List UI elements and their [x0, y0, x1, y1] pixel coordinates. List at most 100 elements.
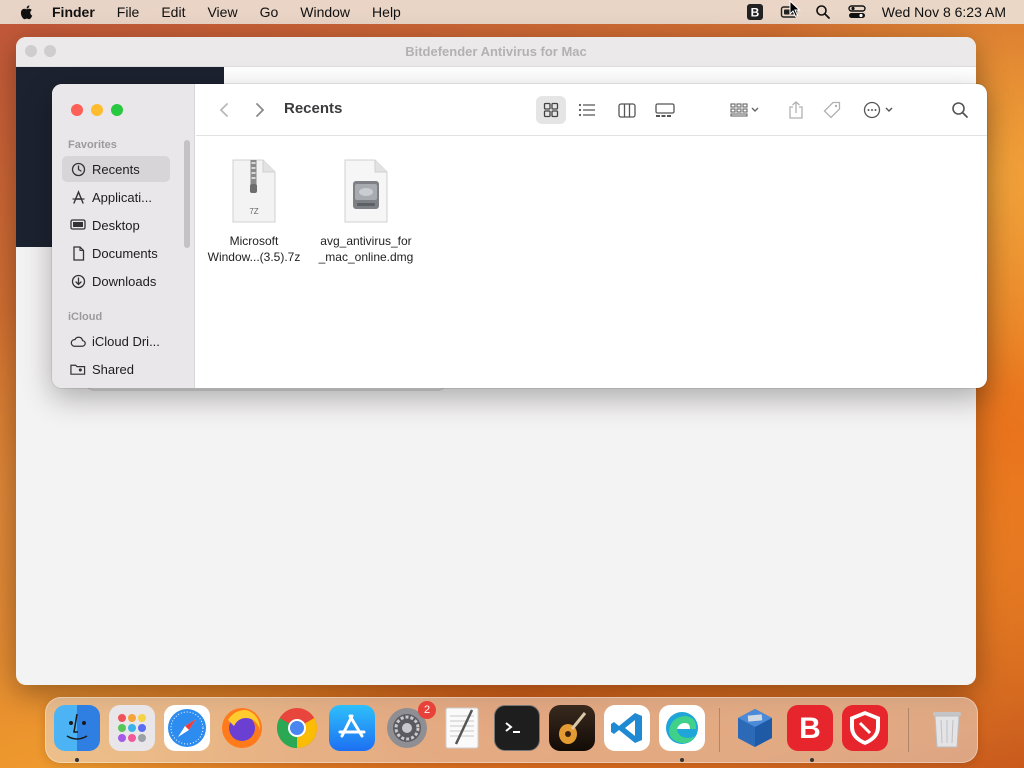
tag-icon [823, 101, 841, 119]
app-store-icon [338, 714, 366, 738]
dock-launchpad[interactable] [109, 705, 155, 751]
icon-view-button[interactable] [536, 96, 566, 124]
safari-icon [168, 709, 206, 747]
column-view-button[interactable] [612, 96, 642, 124]
mouse-cursor-icon [789, 0, 801, 18]
more-actions-button[interactable] [860, 96, 900, 124]
file-name: avg_antivirus_for _mac_online.dmg [319, 233, 414, 265]
dock: 2 B [45, 697, 978, 763]
dock-bitdefender[interactable]: B [787, 705, 833, 751]
file-area: 7Z Microsoft Window...(3.5).7z avg_antiv… [196, 137, 987, 388]
control-center-icon[interactable] [848, 3, 866, 21]
sidebar-item-label: Recents [92, 161, 140, 177]
minimize-button[interactable] [91, 104, 103, 116]
file-name-line: Window...(3.5).7z [207, 250, 301, 264]
sidebar-item-icloud-drive[interactable]: iCloud Dri... [62, 328, 170, 354]
dock-edge[interactable] [659, 705, 705, 751]
menu-app-name[interactable]: Finder [52, 4, 95, 20]
dock-virtualbox[interactable] [732, 705, 778, 751]
bg-close-button[interactable] [25, 45, 37, 57]
running-indicator [810, 758, 814, 762]
dock-vscode[interactable] [604, 705, 650, 751]
file-item-dmg[interactable]: avg_antivirus_for _mac_online.dmg [311, 159, 421, 265]
dock-separator [719, 708, 720, 752]
dock-firefox[interactable] [219, 705, 265, 751]
zoom-button[interactable] [111, 104, 123, 116]
file-badge: 7Z [249, 207, 258, 216]
close-button[interactable] [71, 104, 83, 116]
sidebar-item-label: iCloud Dri... [92, 333, 160, 349]
sidebar-item-desktop[interactable]: Desktop [62, 212, 170, 238]
dock-safari[interactable] [164, 705, 210, 751]
dock-separator [908, 708, 909, 752]
dock-app-store[interactable] [329, 705, 375, 751]
back-button[interactable] [210, 96, 238, 124]
file-name: Microsoft Window...(3.5).7z [208, 233, 301, 265]
sidebar-scrollbar[interactable] [184, 140, 190, 248]
sidebar-item-shared[interactable]: Shared [62, 356, 170, 382]
sidebar-item-downloads[interactable]: Downloads [62, 268, 170, 294]
edge-icon [666, 712, 698, 744]
virtualbox-icon [738, 709, 772, 747]
dock-finder[interactable] [54, 705, 100, 751]
dock-chrome[interactable] [274, 705, 320, 751]
menu-file[interactable]: File [117, 4, 140, 20]
sidebar-item-label: Applicati... [92, 189, 152, 205]
group-by-button[interactable] [724, 96, 766, 124]
dock-trash[interactable] [924, 705, 970, 751]
search-icon[interactable] [814, 3, 832, 21]
search-button[interactable] [946, 96, 974, 124]
chevron-right-icon [256, 103, 265, 117]
shared-folder-icon [70, 361, 86, 377]
sidebar-item-label: Downloads [92, 273, 157, 289]
dock-garageband[interactable] [549, 705, 595, 751]
finder-window: Favorites Recents Applicati... Desktop D… [52, 84, 987, 388]
bitdefender-icon: B [799, 712, 821, 745]
sidebar-item-documents[interactable]: Documents [62, 240, 170, 266]
disk-image-file-icon [344, 159, 388, 223]
textedit-icon [445, 707, 479, 749]
bg-window-title: Bitdefender Antivirus for Mac [16, 37, 976, 67]
apple-menu-icon[interactable] [18, 3, 36, 21]
grid-icon [543, 102, 559, 118]
launchpad-icon [118, 714, 146, 742]
terminal-icon [505, 722, 520, 733]
dock-textedit[interactable] [439, 705, 485, 751]
desktop-icon [70, 217, 86, 233]
sidebar-item-label: Desktop [92, 217, 140, 233]
columns-icon [618, 102, 636, 118]
gallery-icon [655, 102, 675, 117]
bg-minimize-button[interactable] [44, 45, 56, 57]
dock-terminal[interactable] [494, 705, 540, 751]
menu-window[interactable]: Window [300, 4, 350, 20]
list-view-button[interactable] [572, 96, 602, 124]
forward-button[interactable] [246, 96, 274, 124]
guitar-icon [559, 712, 587, 744]
file-name-line: Microsoft [229, 234, 279, 248]
tag-button[interactable] [818, 96, 846, 124]
sidebar-item-recents[interactable]: Recents [62, 156, 170, 182]
sidebar-item-label: Shared [92, 361, 134, 377]
sidebar-item-applications[interactable]: Applicati... [62, 184, 170, 210]
menu-help[interactable]: Help [372, 4, 401, 20]
finder-sidebar: Favorites Recents Applicati... Desktop D… [52, 84, 195, 388]
gallery-view-button[interactable] [650, 96, 680, 124]
finder-toolbar: Recents [196, 84, 987, 136]
firefox-icon [222, 708, 262, 748]
share-button[interactable] [782, 96, 810, 124]
file-item-7z[interactable]: 7Z Microsoft Window...(3.5).7z [199, 159, 309, 265]
menu-edit[interactable]: Edit [161, 4, 185, 20]
menu-go[interactable]: Go [260, 4, 279, 20]
dock-bitdefender-vpn[interactable] [842, 705, 888, 751]
icloud-header: iCloud [68, 311, 103, 323]
download-icon [70, 273, 86, 289]
menu-view[interactable]: View [207, 4, 237, 20]
vscode-icon [611, 713, 642, 743]
archive-file-icon: 7Z [232, 159, 276, 223]
favorites-header: Favorites [68, 139, 117, 151]
dock-system-settings[interactable]: 2 [384, 701, 436, 751]
menu-clock[interactable]: Wed Nov 8 6:23 AM [882, 4, 1006, 20]
bg-window-content-strip [224, 67, 976, 85]
running-indicator [75, 758, 79, 762]
bitdefender-icon[interactable]: B [746, 3, 764, 21]
